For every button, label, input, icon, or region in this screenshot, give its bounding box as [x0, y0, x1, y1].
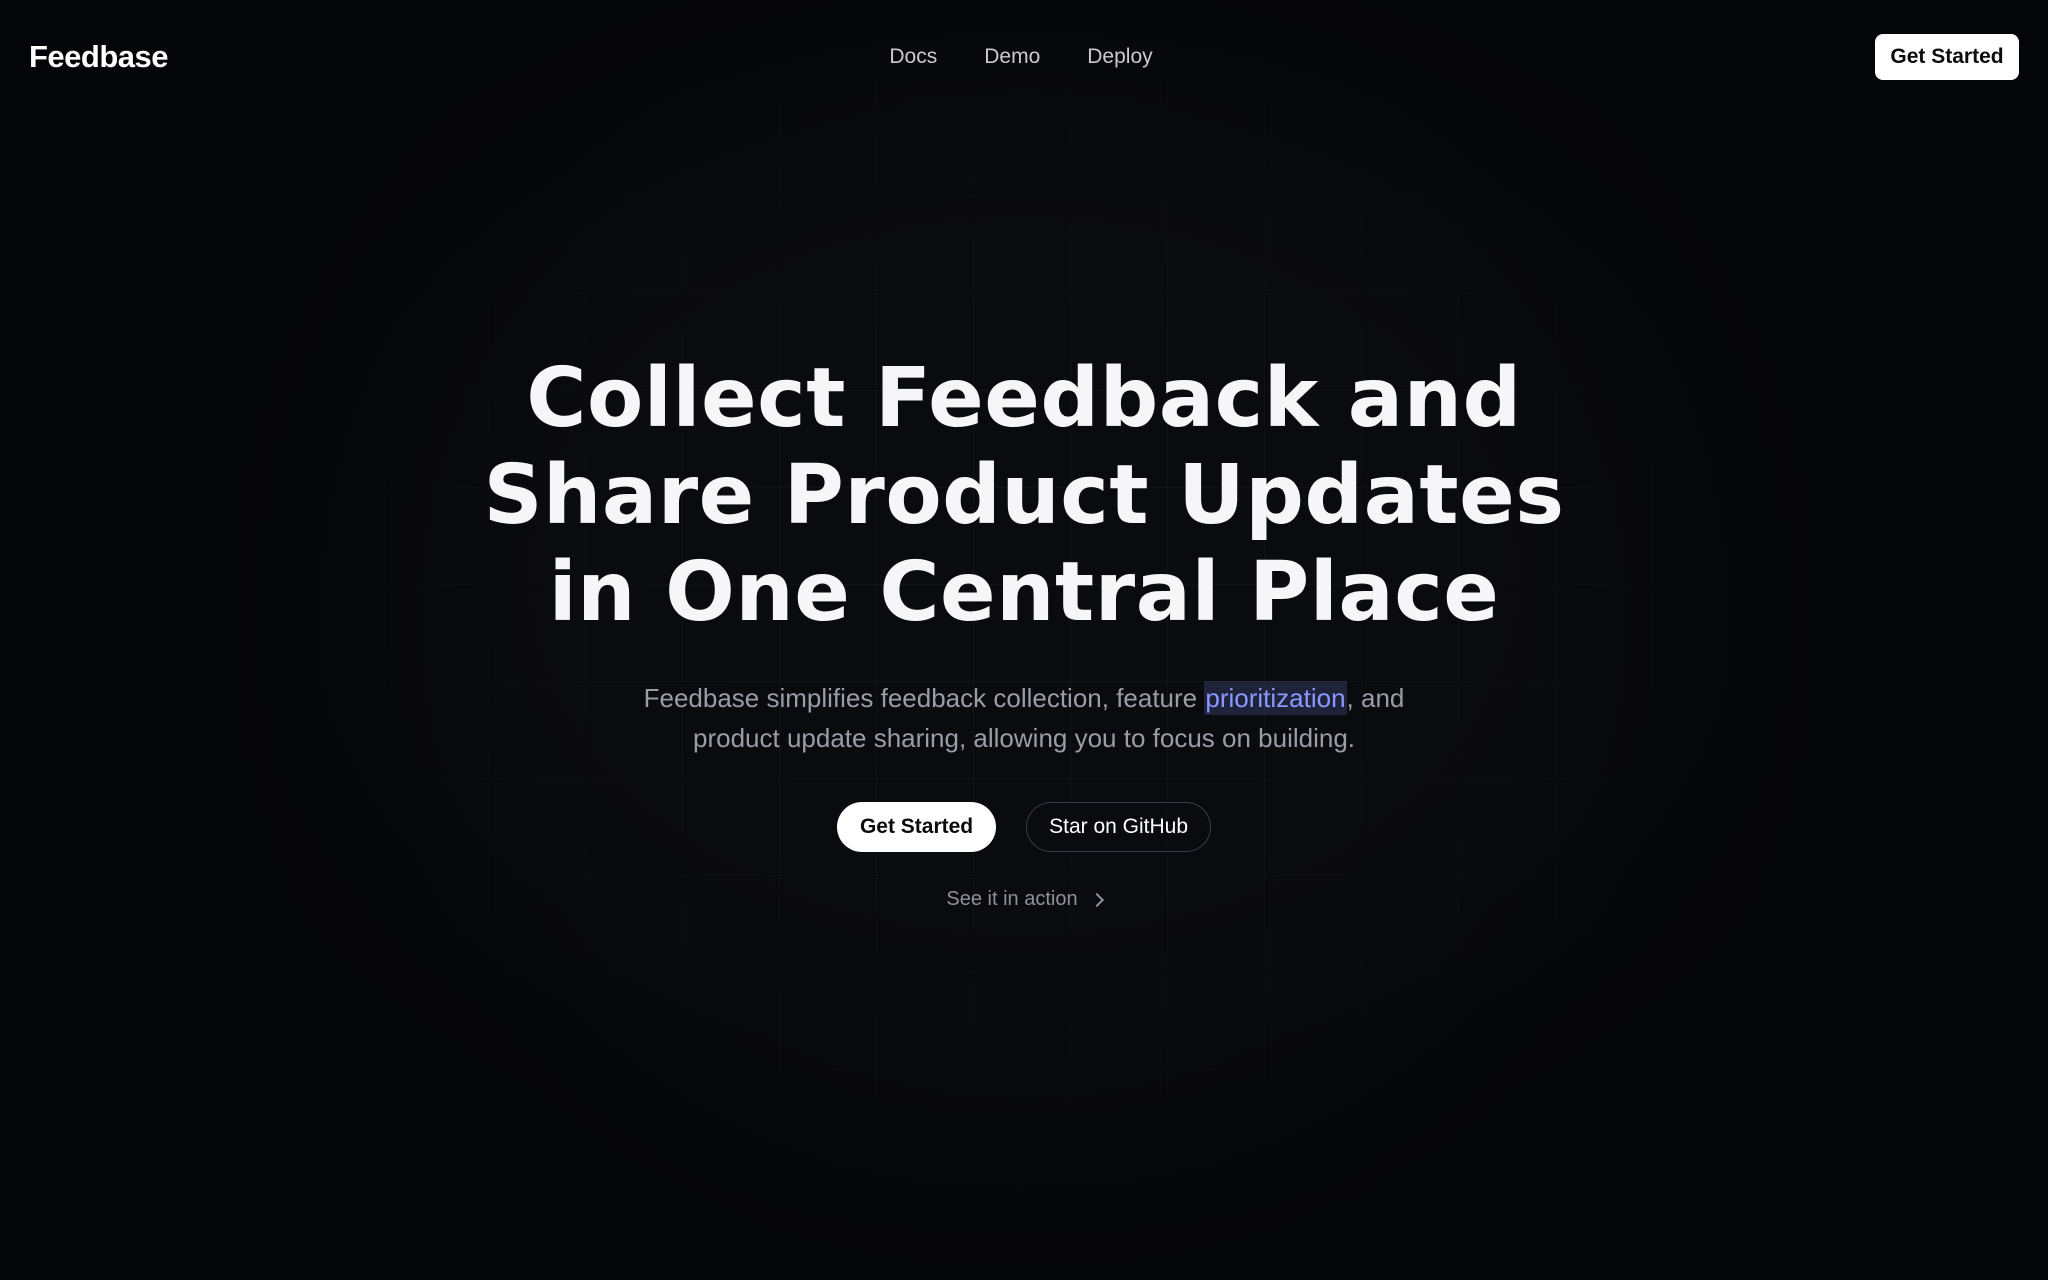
hero-section: Collect Feedback and Share Product Updat… [0, 350, 2048, 911]
subtitle-line-2: product update sharing, allowing you to … [693, 723, 1355, 753]
see-it-in-action-label: See it in action [946, 888, 1078, 910]
subtitle-text-end: , and [1346, 683, 1405, 713]
subtitle-line-1: Feedbase simplifies feedback collection,… [594, 678, 1454, 718]
headline-line-3: in One Central Place [548, 545, 1500, 640]
nav-link-docs[interactable]: Docs [889, 45, 937, 69]
see-it-in-action-link[interactable]: See it in action [946, 888, 1104, 911]
subtitle-highlighted-word: prioritization [1204, 681, 1347, 715]
brand-logo[interactable]: Feedbase [29, 39, 169, 75]
subtitle-text-start: Feedbase simplifies feedback collection,… [643, 683, 1205, 713]
landing-page: Feedbase Docs Demo Deploy Get Started Co… [0, 0, 2048, 1280]
hero-headline: Collect Feedback and Share Product Updat… [474, 350, 1574, 641]
nav-link-deploy[interactable]: Deploy [1087, 45, 1152, 69]
star-on-github-button[interactable]: Star on GitHub [1026, 802, 1212, 852]
get-started-button[interactable]: Get Started [836, 802, 997, 852]
headline-line-1: Collect Feedback and [526, 351, 1522, 446]
headline-line-2: Share Product Updates [483, 448, 1565, 543]
nav-get-started-button[interactable]: Get Started [1875, 34, 2019, 80]
nav-links: Docs Demo Deploy [889, 0, 1152, 114]
hero-actions: Get Started Star on GitHub [836, 802, 1212, 852]
chevron-right-icon [1089, 892, 1104, 908]
hero-subtitle: Feedbase simplifies feedback collection,… [594, 678, 1454, 758]
nav-link-demo[interactable]: Demo [984, 45, 1040, 69]
top-navigation: Feedbase Docs Demo Deploy Get Started [0, 0, 2048, 114]
